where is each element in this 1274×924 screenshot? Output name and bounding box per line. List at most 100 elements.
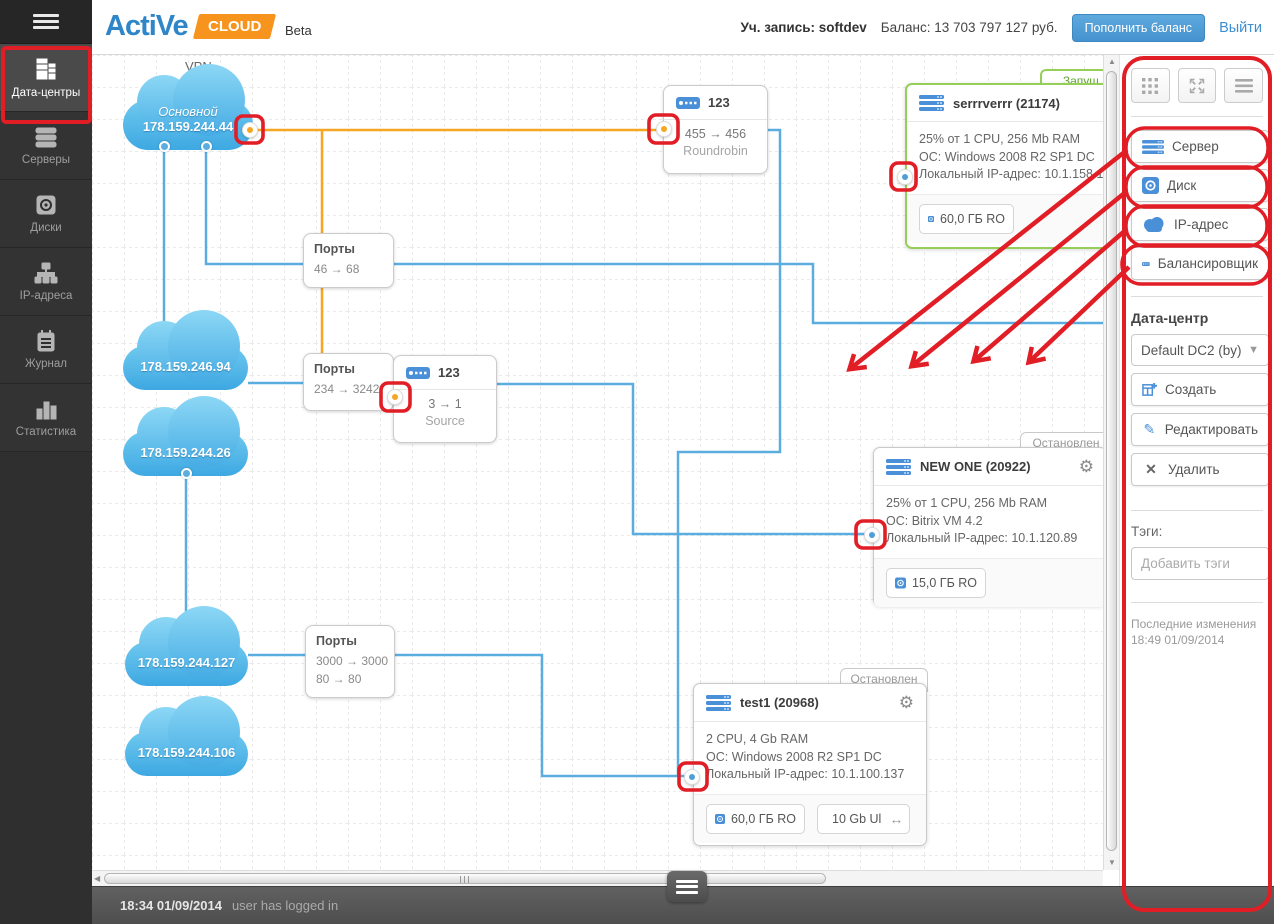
sidebar-menu-button[interactable]	[0, 0, 92, 44]
hamburger-icon	[33, 11, 59, 32]
edit-button[interactable]: ✎ Редактировать	[1131, 413, 1269, 446]
add-ip-label: IP-адрес	[1174, 217, 1228, 232]
sidebar-item-servers[interactable]: Серверы	[0, 112, 92, 180]
balance-label: Баланс: 13 703 797 127 руб.	[881, 20, 1058, 35]
datacenter-selected-value: Default DC2 (by)	[1141, 343, 1242, 358]
right-panel: Сервер Диск IP-адрес Балансировщик Дата-…	[1119, 55, 1274, 886]
list-view-button[interactable]	[1224, 68, 1263, 103]
server-card-test1[interactable]: test1 (20968) ⚙ 2 CPU, 4 Gb RAM ОС: Wind…	[693, 683, 927, 846]
cloud-ip-1[interactable]: 178.159.246.94	[123, 346, 248, 390]
port-rule: 46 → 68	[314, 262, 383, 276]
vpn-cloud-port-right[interactable]	[201, 141, 212, 152]
pencil-icon: ✎	[1142, 421, 1157, 438]
server-card-serrrverrr[interactable]: serrrverrr (21174) 25% от 1 CPU, 256 Mb …	[905, 83, 1103, 249]
server-name: NEW ONE (20922)	[920, 459, 1070, 474]
sidebar-item-datacenters[interactable]: Дата-центры	[0, 44, 92, 112]
ports-title: Порты	[314, 362, 383, 376]
sidebar-item-disks[interactable]: Диски	[0, 180, 92, 248]
add-server-label: Сервер	[1172, 139, 1219, 154]
cloud-244-26-port[interactable]	[181, 468, 192, 479]
add-balancer-button[interactable]: Балансировщик	[1131, 247, 1269, 280]
balancer-roundrobin-connector[interactable]	[656, 121, 672, 137]
balancer-source[interactable]: 123 3 → 1 Source	[393, 355, 497, 443]
cloud-vpn-main[interactable]: Основной 178.159.244.44	[123, 100, 253, 150]
balancer-roundrobin[interactable]: 123 455 → 456 Roundrobin	[663, 85, 768, 174]
server-cpu-ram: 25% от 1 CPU, 256 Mb RAM	[919, 131, 1103, 149]
server-cpu-ram: 25% от 1 CPU, 256 Mb RAM	[886, 495, 1094, 513]
cloud-ip: 178.159.246.94	[123, 359, 248, 374]
expand-icon	[1188, 77, 1206, 95]
create-button[interactable]: Создать	[1131, 373, 1269, 406]
datacenter-heading: Дата-центр	[1131, 310, 1274, 326]
ports-box-1[interactable]: Порты 46 → 68	[303, 233, 394, 288]
sidebar-item-label: Серверы	[22, 154, 70, 166]
delete-button[interactable]: ✕ Удалить	[1131, 453, 1269, 486]
panel-divider	[1131, 116, 1263, 117]
vpn-cloud-connector[interactable]	[242, 122, 258, 138]
server-local-ip: Локальный IP-адрес: 10.1.158.147	[919, 166, 1103, 184]
logout-link[interactable]: Выйти	[1219, 20, 1262, 36]
status-time: 18:34 01/09/2014	[120, 898, 222, 913]
statusbar-toggle-tab[interactable]	[667, 871, 707, 902]
horizontal-scroll-thumb[interactable]	[104, 873, 826, 884]
cloud-ip-3[interactable]: 178.159.244.127	[125, 642, 248, 686]
delete-label: Удалить	[1168, 462, 1220, 477]
sidebar: Дата-центры Серверы Диски IP-адреса	[0, 0, 92, 924]
scroll-down-arrow[interactable]: ▼	[1104, 856, 1120, 870]
disk-chip[interactable]: 60,0 ГБ RO	[919, 204, 1014, 234]
gear-icon[interactable]: ⚙	[899, 694, 914, 711]
ports-box-2[interactable]: Порты 234 → 3242	[303, 353, 394, 411]
arrows-icon: ↔	[889, 811, 903, 827]
port-rule: 3000 → 3000	[316, 654, 384, 668]
logo-cloud-badge: CLOUD	[193, 14, 277, 39]
panel-divider	[1131, 296, 1263, 297]
sidebar-item-statistics[interactable]: Статистика	[0, 384, 92, 452]
vertical-scroll-thumb[interactable]	[1106, 71, 1117, 851]
list-icon	[1235, 79, 1253, 93]
scroll-left-arrow[interactable]: ◀	[94, 871, 100, 887]
datacenter-canvas[interactable]: VPN Основной 178.159.244.44 178.159.246.…	[92, 55, 1103, 870]
server-icon	[706, 695, 731, 711]
balancer-name: 123	[438, 365, 460, 380]
sidebar-item-ip-addresses[interactable]: IP-адреса	[0, 248, 92, 316]
test1-connector[interactable]	[684, 769, 700, 785]
datacenter-icon	[33, 56, 59, 82]
server-card-new-one[interactable]: NEW ONE (20922) ⚙ 25% от 1 CPU, 256 Mb R…	[873, 447, 1103, 606]
server-local-ip: Локальный IP-адрес: 10.1.120.89	[886, 530, 1094, 548]
cloud-ip: 178.159.244.26	[123, 445, 248, 460]
disk-icon	[34, 193, 58, 217]
sidebar-item-label: IP-адреса	[20, 290, 73, 302]
tags-input[interactable]	[1131, 547, 1269, 580]
vertical-scrollbar[interactable]: ▲ ▼	[1103, 55, 1119, 870]
balancer-source-connector[interactable]	[387, 389, 403, 405]
cloud-ip-4[interactable]: 178.159.244.106	[125, 732, 248, 776]
serrrverrr-connector[interactable]	[897, 169, 913, 185]
gear-icon[interactable]: ⚙	[1079, 458, 1094, 475]
sidebar-item-journal[interactable]: Журнал	[0, 316, 92, 384]
server-icon	[1142, 140, 1164, 154]
journal-icon	[34, 329, 58, 353]
server-os: ОС: Bitrix VM 4.2	[886, 513, 1094, 531]
hamburger-icon	[676, 877, 698, 896]
sidebar-item-label: Статистика	[16, 426, 76, 438]
disk-chip[interactable]: 10 Gb Ul ↔	[817, 804, 910, 834]
disk-chip[interactable]: 60,0 ГБ RO	[706, 804, 805, 834]
last-changes-label: Последние изменения	[1131, 616, 1274, 632]
add-server-button[interactable]: Сервер	[1131, 130, 1269, 163]
horizontal-scrollbar[interactable]: ◀	[92, 870, 1103, 886]
grid-view-button[interactable]	[1131, 68, 1170, 103]
disk-chip[interactable]: 15,0 ГБ RO	[886, 568, 986, 598]
ports-title: Порты	[314, 242, 383, 256]
logo: ActiVe CLOUD Beta	[105, 10, 312, 43]
add-ip-button[interactable]: IP-адрес	[1131, 208, 1269, 241]
grid-icon	[1142, 78, 1158, 94]
add-disk-button[interactable]: Диск	[1131, 169, 1269, 202]
ports-box-3[interactable]: Порты 3000 → 3000 80 → 80	[305, 625, 395, 698]
new-one-connector[interactable]	[864, 527, 880, 543]
fullscreen-button[interactable]	[1178, 68, 1217, 103]
datacenter-select[interactable]: Default DC2 (by) ▼	[1131, 334, 1269, 366]
scroll-up-arrow[interactable]: ▲	[1104, 55, 1120, 69]
vpn-cloud-port-left[interactable]	[159, 141, 170, 152]
cloud-icon	[1142, 217, 1166, 232]
topup-balance-button[interactable]: Пополнить баланс	[1072, 14, 1206, 42]
